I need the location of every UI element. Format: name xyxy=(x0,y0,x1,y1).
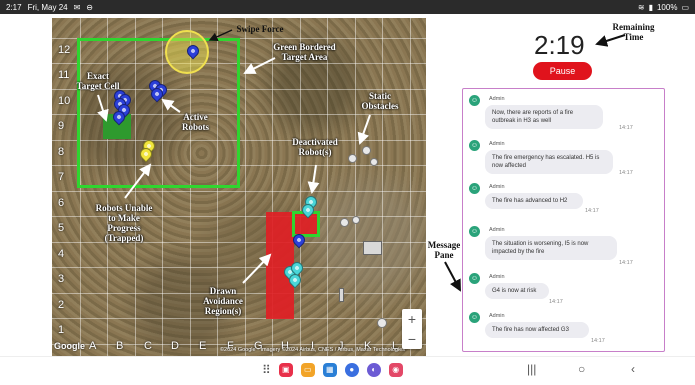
green-bordered-label: Green Bordered Target Area xyxy=(273,42,336,62)
message-time: 14:17 xyxy=(549,299,563,305)
status-time: 2:17 xyxy=(6,2,22,12)
message-time: 14:17 xyxy=(585,208,599,214)
grid-line xyxy=(327,18,328,356)
col-label: B xyxy=(116,340,124,352)
wifi-icon: ≋ xyxy=(637,2,645,12)
battery-level: 100% xyxy=(656,2,678,12)
admin-avatar-icon: ☺ xyxy=(469,312,480,323)
row-label: 8 xyxy=(58,146,65,158)
status-bar: 2:17 Fri, May 24 ✉ ⊖ ≋ ▮ 100% ▭ xyxy=(0,0,695,14)
zoom-control: + − xyxy=(402,309,422,349)
message-sender: Admin xyxy=(489,227,505,233)
grid-line xyxy=(52,267,426,268)
message-time: 14:17 xyxy=(591,338,605,344)
static-obstacle xyxy=(340,218,349,227)
static-obstacle xyxy=(339,288,344,302)
message-bubble: The fire has now affected G3 xyxy=(485,322,589,338)
static-obstacle xyxy=(352,216,360,224)
app-drawer-icon[interactable]: ⠿ xyxy=(262,363,271,377)
message-bubble: G4 is now at risk xyxy=(485,283,549,299)
battery-icon: ▭ xyxy=(681,2,689,12)
active-robots-label: Active Robots xyxy=(181,112,209,132)
row-label: 5 xyxy=(58,222,65,234)
grid-line xyxy=(52,318,426,319)
grid-line xyxy=(355,18,356,356)
notification-icon: ✉ xyxy=(73,2,81,12)
app-icon-red[interactable]: ▣ xyxy=(278,363,293,377)
dnd-icon: ⊖ xyxy=(86,2,93,12)
grid-line xyxy=(410,18,411,356)
app-dock: ⠿ ▣ ▭ ▦ ● ◐ ◉ xyxy=(262,363,403,377)
static-obstacles-label: Static Obstacles xyxy=(361,91,399,111)
remaining-time-label: Remaining Time xyxy=(612,22,655,42)
static-obstacle xyxy=(363,241,382,255)
col-label: D xyxy=(171,340,179,352)
grid-line xyxy=(300,18,301,356)
message-time: 14:17 xyxy=(619,170,633,176)
pause-button[interactable]: Pause xyxy=(533,62,592,80)
row-label: 10 xyxy=(58,95,71,107)
google-logo: Google xyxy=(54,341,85,351)
admin-avatar-icon: ☺ xyxy=(469,273,480,284)
zoom-out-button[interactable]: − xyxy=(402,329,422,349)
calendar-app-icon[interactable]: ▦ xyxy=(322,363,337,377)
message-sender: Admin xyxy=(489,274,505,280)
static-obstacle xyxy=(377,318,387,328)
remaining-timer: 2:19 xyxy=(534,30,585,60)
col-label: C xyxy=(144,340,152,352)
row-label: 6 xyxy=(58,197,65,209)
browser-app-icon[interactable]: ◐ xyxy=(366,363,381,377)
row-label: 1 xyxy=(58,324,65,336)
message-pane-arrow xyxy=(444,261,461,292)
messages-app-icon[interactable]: ● xyxy=(344,363,359,377)
row-label: 7 xyxy=(58,171,65,183)
row-label: 4 xyxy=(58,248,65,260)
signal-icon: ▮ xyxy=(648,2,653,12)
message-pane[interactable]: ☺ Admin Now, there are reports of a fire… xyxy=(462,88,665,352)
message-time: 14:17 xyxy=(619,125,633,131)
message-time: 14:17 xyxy=(619,260,633,266)
message-bubble: The situation is worsening, I5 is now im… xyxy=(485,236,617,260)
row-label: 11 xyxy=(58,69,70,81)
message-sender: Admin xyxy=(489,96,505,102)
folder-app-icon[interactable]: ▭ xyxy=(300,363,315,377)
admin-avatar-icon: ☺ xyxy=(469,95,480,106)
static-obstacle xyxy=(362,146,371,155)
home-icon[interactable]: ○ xyxy=(578,362,585,376)
message-bubble: The fire has advanced to H2 xyxy=(485,193,583,209)
grid-line xyxy=(52,191,426,192)
static-obstacle xyxy=(348,154,357,163)
message-sender: Admin xyxy=(489,184,505,190)
col-label: A xyxy=(89,340,97,352)
map-attribution: ©2024 Google · Imagery ©2024 Airbus, CNE… xyxy=(220,347,406,353)
deactivated-label: Deactivated Robot(s) xyxy=(292,137,338,157)
trapped-label: Robots Unable to Make Progress (Trapped) xyxy=(95,203,153,243)
static-obstacle xyxy=(370,158,378,166)
navigation-bar: ⠿ ▣ ▭ ▦ ● ◐ ◉ ||| ○ ‹ xyxy=(0,356,695,385)
exact-target-label: Exact Target Cell xyxy=(76,71,120,91)
admin-avatar-icon: ☺ xyxy=(469,226,480,237)
back-icon[interactable]: ‹ xyxy=(631,362,635,376)
admin-avatar-icon: ☺ xyxy=(469,140,480,151)
zoom-in-button[interactable]: + xyxy=(402,309,422,329)
admin-avatar-icon: ☺ xyxy=(469,183,480,194)
col-label: E xyxy=(199,340,207,352)
row-label: 9 xyxy=(58,120,65,132)
camera-app-icon[interactable]: ◉ xyxy=(388,363,403,377)
row-label: 2 xyxy=(58,299,65,311)
avoidance-label: Drawn Avoidance Region(s) xyxy=(203,286,243,316)
status-date: Fri, May 24 xyxy=(27,2,68,12)
recent-apps-icon[interactable]: ||| xyxy=(527,362,536,376)
message-bubble: Now, there are reports of a fire outbrea… xyxy=(485,105,603,129)
grid-line xyxy=(382,18,383,356)
message-pane-label: Message Pane xyxy=(427,240,461,260)
message-sender: Admin xyxy=(489,141,505,147)
row-label: 3 xyxy=(58,273,65,285)
row-label: 12 xyxy=(58,44,71,56)
swipe-force-label: Swipe Force xyxy=(236,24,284,34)
message-bubble: The fire emergency has escalated. H5 is … xyxy=(485,150,613,174)
message-sender: Admin xyxy=(489,313,505,319)
